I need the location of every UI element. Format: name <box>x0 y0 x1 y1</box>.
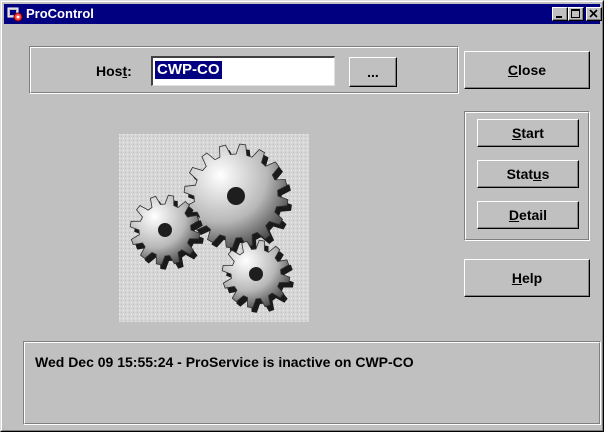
close-window-button[interactable] <box>586 7 602 21</box>
gears-image <box>119 134 309 322</box>
procontrol-window: ProControl Host: CWP-CO ... Close Start … <box>0 0 604 432</box>
maximize-icon <box>571 9 580 18</box>
minimize-button[interactable] <box>552 7 568 21</box>
browse-host-button[interactable]: ... <box>349 57 397 87</box>
title-bar[interactable]: ProControl <box>4 4 602 24</box>
gearBottom-hole <box>249 267 263 281</box>
detail-button[interactable]: Detail <box>477 201 579 229</box>
gearBig-hole <box>227 187 245 205</box>
close-icon <box>589 9 598 18</box>
status-button[interactable]: Status <box>477 160 579 188</box>
maximize-button[interactable] <box>568 7 584 21</box>
close-button[interactable]: Close <box>464 51 590 89</box>
help-button[interactable]: Help <box>464 259 590 297</box>
app-icon <box>7 7 23 22</box>
host-input[interactable]: CWP-CO <box>151 56 335 86</box>
gearLeft-hole <box>158 223 172 237</box>
window-title: ProControl <box>26 6 94 21</box>
minimize-icon <box>556 16 562 18</box>
status-message: Wed Dec 09 15:55:24 - ProService is inac… <box>35 354 414 370</box>
start-button[interactable]: Start <box>477 119 579 147</box>
host-input-value: CWP-CO <box>155 61 222 79</box>
host-label: Host: <box>96 63 132 79</box>
